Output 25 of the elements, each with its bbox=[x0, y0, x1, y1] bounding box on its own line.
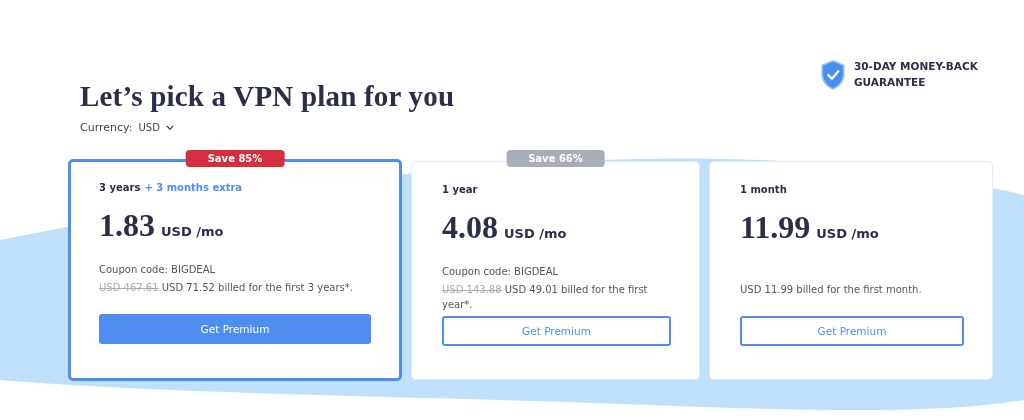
plan-term: 3 years bbox=[99, 182, 141, 193]
billing-text: USD 11.99 billed for the first month. bbox=[740, 283, 923, 297]
coupon-code: Coupon code: BIGDEAL bbox=[442, 266, 559, 277]
plan-card[interactable]: 1 year 4.08 USD /mo Coupon code: BIGDEAL USD 143.88 USD 49.01 billed for the first year*. Get Premium bbox=[411, 161, 700, 380]
chevron-down-icon bbox=[165, 125, 174, 130]
plan-term: 1 year bbox=[442, 184, 478, 195]
price-unit: USD /mo bbox=[816, 226, 879, 241]
plan-price: 1.83 bbox=[99, 207, 155, 244]
bonus-text: + 3 months extra bbox=[144, 182, 243, 193]
guarantee-text: 30-DAY MONEY-BACK GUARANTEE bbox=[854, 59, 979, 90]
save-badge: Save 85% bbox=[185, 150, 285, 167]
save-badge: Save 66% bbox=[506, 150, 605, 167]
currency-label: Currency: bbox=[80, 121, 133, 134]
plan-price: 4.08 bbox=[442, 209, 498, 246]
billing-text: USD 467.61 USD 71.52 billed for the first 3 years*. bbox=[99, 281, 354, 295]
price-unit: USD /mo bbox=[504, 226, 567, 241]
currency-dropdown[interactable]: USD bbox=[138, 122, 174, 133]
plan-price: 11.99 bbox=[740, 209, 811, 246]
price-unit: USD /mo bbox=[161, 224, 224, 239]
coupon-code: Coupon code: BIGDEAL bbox=[99, 264, 216, 275]
plan-card[interactable]: 1 month 11.99 USD /mo USD 11.99 billed for the first month. Get Premium bbox=[709, 161, 993, 380]
shield-check-icon bbox=[820, 60, 846, 90]
page-heading: Let’s pick a VPN plan for you bbox=[80, 80, 455, 113]
plan-term: 1 month bbox=[740, 184, 787, 195]
billing-text: USD 143.88 USD 49.01 billed for the first year*. bbox=[442, 283, 649, 312]
